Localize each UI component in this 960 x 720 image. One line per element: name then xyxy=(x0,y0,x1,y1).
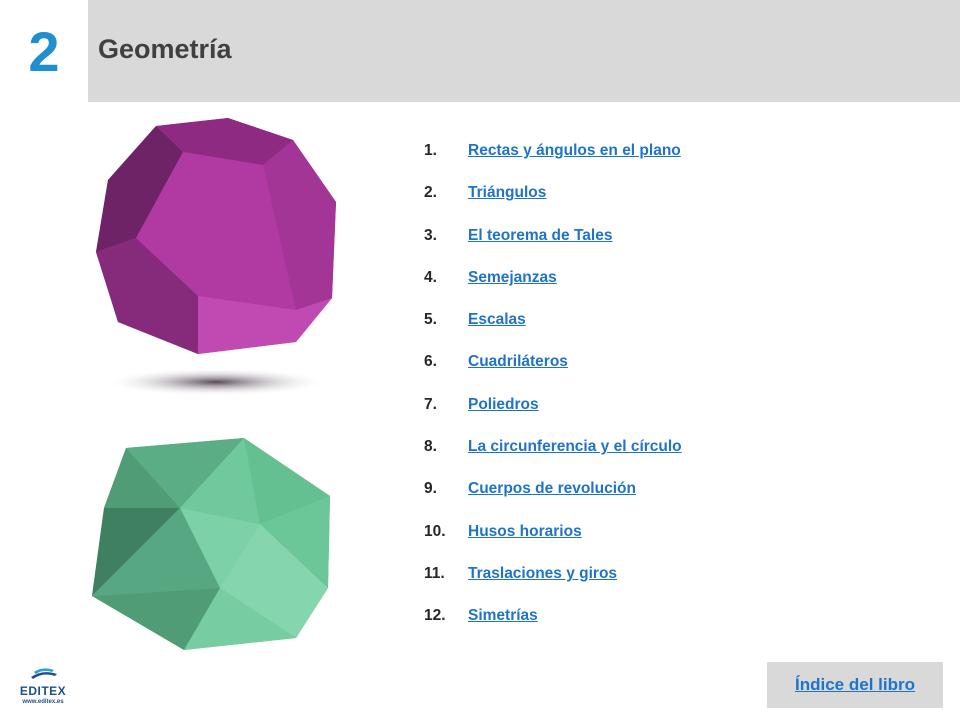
toc-item: 6. Cuadriláteros xyxy=(424,353,682,395)
dodecahedron-image xyxy=(96,118,336,396)
book-index-button[interactable]: Índice del libro xyxy=(767,662,943,708)
toc-link[interactable]: Semejanzas xyxy=(468,269,557,287)
toc-item: 9. Cuerpos de revolución xyxy=(424,480,682,522)
toc-link[interactable]: Cuerpos de revolución xyxy=(468,480,636,498)
toc-item-number: 12. xyxy=(424,607,446,625)
toc-item: 3. El teorema de Tales xyxy=(424,227,682,269)
toc-item-number: 10. xyxy=(424,522,446,540)
chapter-number: 2 xyxy=(28,19,60,83)
toc-item-number: 2. xyxy=(424,184,437,202)
editex-logo-icon xyxy=(31,668,57,679)
toc-item-number: 1. xyxy=(424,142,437,159)
toc-link[interactable]: Traslaciones y giros xyxy=(468,565,617,583)
toc-link[interactable]: La circunferencia y el círculo xyxy=(468,438,682,456)
toc-item-number: 3. xyxy=(424,226,437,244)
toc-item-number: 7. xyxy=(424,395,437,413)
toc-link[interactable]: Rectas y ángulos en el plano xyxy=(468,142,681,160)
toc-item: 7. Poliedros xyxy=(424,396,682,438)
logo-text: EDITEX xyxy=(19,684,67,698)
toc-item-number: 6. xyxy=(424,353,437,371)
toc-item: 2. Triángulos xyxy=(424,184,682,226)
toc-link[interactable]: Husos horarios xyxy=(468,523,582,541)
table-of-contents: 1. Rectas y ángulos en el plano 2. Triángul… xyxy=(424,142,682,650)
toc-item: 5. Escalas xyxy=(424,311,682,353)
title-bar: Geometría xyxy=(88,0,960,102)
logo-url: www.editex.es xyxy=(22,699,64,705)
toc-link[interactable]: Triángulos xyxy=(468,184,546,202)
toc-item-number: 4. xyxy=(424,268,437,286)
toc-item: 1. Rectas y ángulos en el plano xyxy=(424,142,682,184)
book-index-link[interactable]: Índice del libro xyxy=(795,675,915,695)
toc-item-number: 8. xyxy=(424,438,437,456)
page-title: Geometría xyxy=(98,34,232,64)
toc-item: 11. Traslaciones y giros xyxy=(424,565,682,607)
editex-logo: EDITEX www.editex.es xyxy=(14,666,72,710)
toc-link[interactable]: Cuadriláteros xyxy=(468,353,568,371)
toc-item: 8. La circunferencia y el círculo xyxy=(424,438,682,480)
toc-link[interactable]: Simetrías xyxy=(468,607,538,625)
toc-link[interactable]: Poliedros xyxy=(468,396,539,414)
toc-item-number: 5. xyxy=(424,311,437,329)
toc-link[interactable]: Escalas xyxy=(468,311,526,329)
toc-link[interactable]: El teorema de Tales xyxy=(468,227,612,245)
toc-item-number: 11. xyxy=(424,564,445,582)
icosahedron-image xyxy=(92,438,330,650)
toc-item: 12. Simetrías xyxy=(424,607,682,649)
toc-item: 10. Husos horarios xyxy=(424,523,682,565)
toc-item: 4. Semejanzas xyxy=(424,269,682,311)
toc-item-number: 9. xyxy=(424,480,437,498)
